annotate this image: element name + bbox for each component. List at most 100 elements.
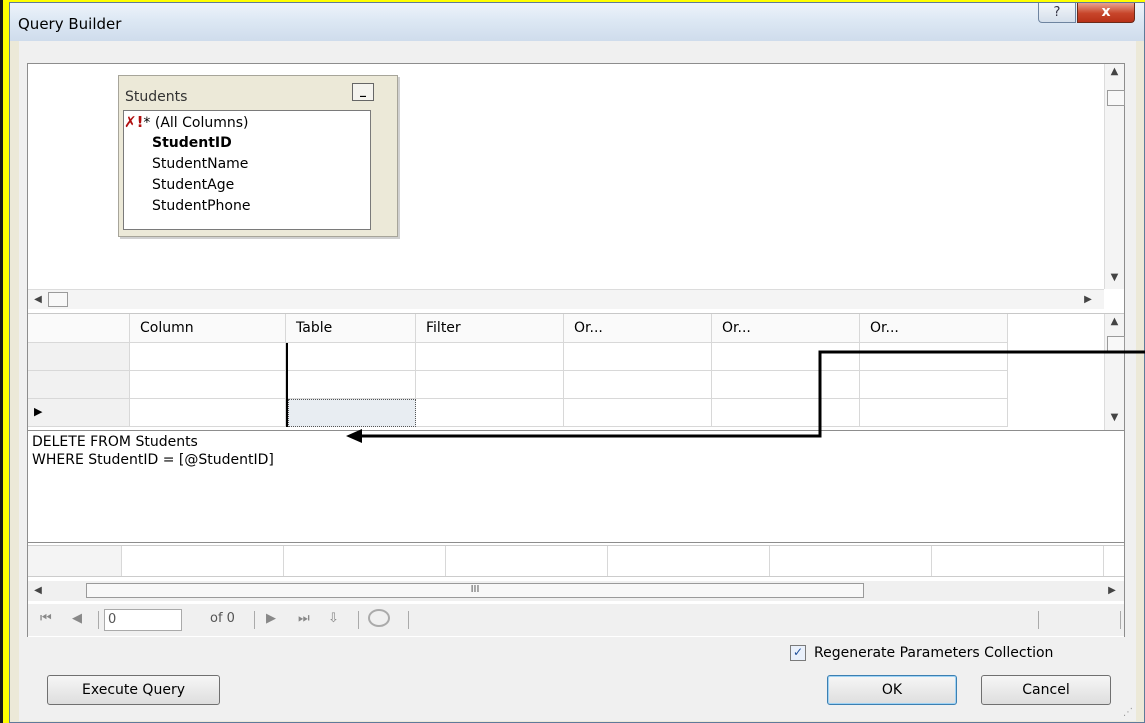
- results-cell[interactable]: [932, 546, 1104, 576]
- grid-cell[interactable]: [712, 343, 860, 371]
- results-horizontal-scrollbar[interactable]: ◀ III ▶: [28, 581, 1124, 601]
- row-header-current[interactable]: ▶: [28, 399, 130, 427]
- grid-header-or-2[interactable]: Or...: [712, 314, 860, 342]
- separator: [358, 611, 359, 629]
- grid-cell[interactable]: [288, 371, 416, 399]
- grid-cell[interactable]: [712, 399, 860, 427]
- column-list: ✗!* (All Columns) StudentID StudentName …: [123, 110, 371, 230]
- grid-cell[interactable]: [860, 371, 1008, 399]
- dialog-client-area: Students _ ✗!* (All Columns) StudentID S…: [19, 41, 1136, 721]
- current-row-arrow-icon: ▶: [34, 405, 43, 418]
- results-cell[interactable]: [770, 546, 932, 576]
- grid-cell[interactable]: [564, 343, 712, 371]
- next-record-icon[interactable]: ▶: [266, 611, 276, 626]
- separator: [1038, 611, 1039, 629]
- grid-cell[interactable]: [564, 399, 712, 427]
- grid-cell-selected[interactable]: [288, 399, 416, 427]
- scroll-down-arrow-icon[interactable]: ▼: [1105, 412, 1124, 423]
- grid-corner: [28, 314, 130, 342]
- separator: [98, 611, 99, 629]
- grid-cell[interactable]: [130, 399, 286, 427]
- left-edge-strip: [0, 0, 3, 723]
- grid-cell[interactable]: [860, 399, 1008, 427]
- diagram-horizontal-scrollbar[interactable]: ◀ ▶: [28, 289, 1104, 309]
- scroll-right-arrow-icon[interactable]: ▶: [1104, 585, 1120, 596]
- scroll-left-arrow-icon[interactable]: ◀: [30, 294, 46, 305]
- grid-cell[interactable]: [860, 343, 1008, 371]
- column-item-studentage[interactable]: StudentAge: [152, 175, 234, 196]
- results-grid-header: [28, 545, 1124, 577]
- scroll-up-arrow-icon[interactable]: ▲: [1105, 316, 1124, 327]
- scroll-thumb[interactable]: [48, 292, 68, 307]
- results-cell[interactable]: [284, 546, 446, 576]
- sql-line-1[interactable]: DELETE FROM Students: [32, 434, 198, 450]
- separator: [408, 611, 409, 629]
- grid-header-table[interactable]: Table: [286, 314, 416, 342]
- grid-cell[interactable]: [130, 371, 286, 399]
- grid-header-filter[interactable]: Filter: [416, 314, 564, 342]
- previous-record-icon[interactable]: ◀: [72, 611, 82, 626]
- cancel-button[interactable]: Cancel: [981, 675, 1111, 705]
- new-record-icon[interactable]: ⇩: [328, 611, 339, 626]
- results-cell[interactable]: [122, 546, 284, 576]
- sql-pane[interactable]: DELETE FROM Students WHERE StudentID = […: [28, 430, 1124, 543]
- row-header[interactable]: [28, 371, 130, 399]
- scroll-thumb[interactable]: III: [86, 583, 864, 598]
- primary-key-x-icon: ✗!: [124, 113, 144, 131]
- regenerate-parameters-label: Regenerate Parameters Collection: [814, 645, 1054, 661]
- resize-grip-icon[interactable]: ⋰: [1123, 707, 1133, 718]
- diagram-vertical-scrollbar[interactable]: ▲ ▼: [1104, 64, 1125, 289]
- column-item-studentname[interactable]: StudentName: [152, 154, 248, 175]
- title-bar: Query Builder ? x: [10, 3, 1144, 41]
- grid-cell[interactable]: [416, 371, 564, 399]
- column-label: * (All Columns): [143, 115, 249, 131]
- minimize-table-button[interactable]: _: [352, 83, 374, 101]
- close-button[interactable]: x: [1077, 3, 1135, 23]
- stop-icon[interactable]: [368, 609, 390, 627]
- grid-header-column[interactable]: Column: [130, 314, 286, 342]
- regenerate-parameters-checkbox[interactable]: ✓: [790, 645, 806, 661]
- results-corner: [28, 546, 122, 576]
- regenerate-parameters-option[interactable]: ✓ Regenerate Parameters Collection: [790, 645, 1053, 661]
- query-designer-panel: Students _ ✗!* (All Columns) StudentID S…: [27, 63, 1125, 637]
- results-cell[interactable]: [446, 546, 608, 576]
- table-name: Students: [125, 89, 188, 105]
- ok-button[interactable]: OK: [827, 675, 957, 705]
- grid-cell[interactable]: [416, 399, 564, 427]
- sql-line-2[interactable]: WHERE StudentID = [@StudentID]: [32, 452, 274, 468]
- column-item-all[interactable]: ✗!* (All Columns): [124, 112, 249, 133]
- grid-header-or-3[interactable]: Or...: [860, 314, 1008, 342]
- scroll-right-arrow-icon[interactable]: ▶: [1080, 294, 1096, 305]
- help-button[interactable]: ?: [1038, 3, 1076, 23]
- grid-cell[interactable]: [130, 343, 286, 371]
- column-item-studentphone[interactable]: StudentPhone: [152, 196, 250, 217]
- row-header[interactable]: [28, 343, 130, 371]
- grid-cell[interactable]: [416, 343, 564, 371]
- results-pane[interactable]: ◀ III ▶ ⏮ ◀ 0 of 0 ▶ ⏭ ⇩: [28, 542, 1124, 637]
- scroll-thumb[interactable]: [1107, 90, 1125, 106]
- scroll-down-arrow-icon[interactable]: ▼: [1105, 272, 1124, 283]
- record-position-input[interactable]: 0: [104, 609, 182, 631]
- grid-cell[interactable]: [564, 371, 712, 399]
- scroll-thumb[interactable]: [1107, 336, 1125, 352]
- column-item-studentid[interactable]: StudentID: [152, 133, 232, 154]
- results-cell[interactable]: [608, 546, 770, 576]
- grid-header-or-1[interactable]: Or...: [564, 314, 712, 342]
- grid-cell[interactable]: [712, 371, 860, 399]
- criteria-grid[interactable]: Column Table Filter Or... Or... Or... ▶: [28, 313, 1125, 431]
- last-record-icon[interactable]: ⏭: [298, 611, 310, 626]
- first-record-icon[interactable]: ⏮: [40, 611, 52, 626]
- execute-query-button[interactable]: Execute Query: [47, 675, 220, 705]
- record-navigator: ⏮ ◀ 0 of 0 ▶ ⏭ ⇩: [28, 604, 1124, 636]
- separator: [254, 611, 255, 629]
- scroll-up-arrow-icon[interactable]: ▲: [1105, 66, 1124, 77]
- window-title: Query Builder: [18, 15, 122, 33]
- grid-vertical-scrollbar[interactable]: ▲ ▼: [1104, 314, 1125, 431]
- record-count-label: of 0: [210, 611, 235, 626]
- table-box-students[interactable]: Students _ ✗!* (All Columns) StudentID S…: [118, 75, 398, 237]
- grid-cell[interactable]: [288, 343, 416, 371]
- separator: [1120, 611, 1121, 629]
- scroll-left-arrow-icon[interactable]: ◀: [30, 585, 46, 596]
- grid-header-row: Column Table Filter Or... Or... Or...: [28, 314, 1008, 343]
- diagram-pane[interactable]: Students _ ✗!* (All Columns) StudentID S…: [28, 64, 1125, 289]
